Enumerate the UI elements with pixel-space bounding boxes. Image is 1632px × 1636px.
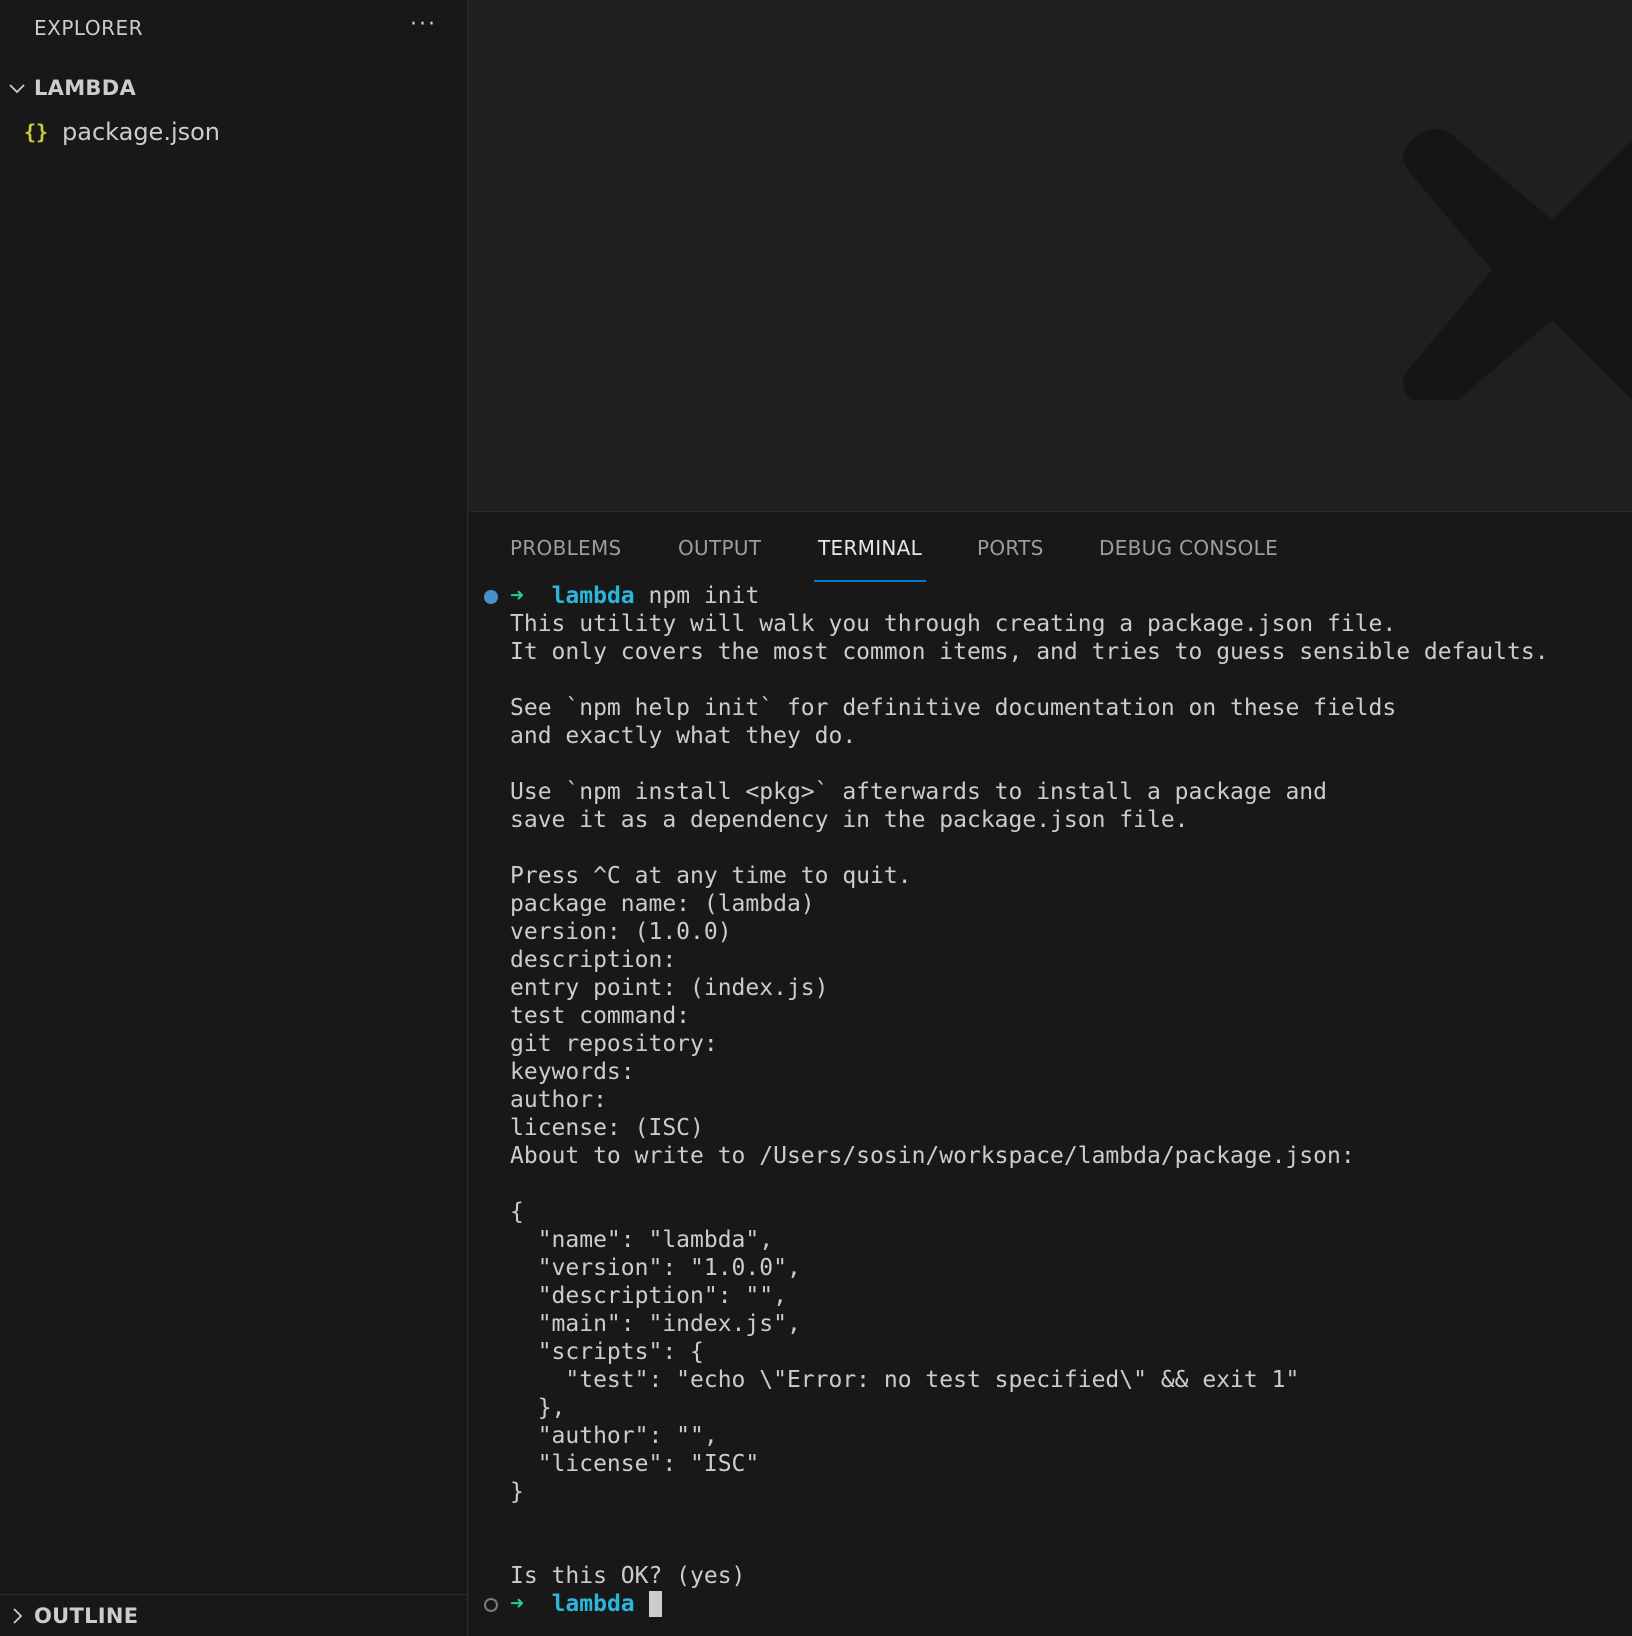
terminal-line: See `npm help init` for definitive docum… bbox=[510, 695, 1397, 721]
folder-label: LAMBDA bbox=[34, 76, 137, 100]
terminal-output[interactable]: ➜ lambda npm init This utility will walk… bbox=[469, 582, 1632, 1618]
json-braces-icon: {} bbox=[24, 120, 49, 144]
file-item-package-json[interactable]: {} package.json bbox=[24, 114, 220, 150]
terminal-line: { bbox=[510, 1199, 524, 1225]
prompt-arrow-icon: ➜ bbox=[510, 583, 524, 609]
terminal-line: license: (ISC) bbox=[510, 1115, 704, 1141]
terminal-line: entry point: (index.js) bbox=[510, 975, 829, 1001]
terminal-prompt-line: ➜ lambda bbox=[469, 1590, 1632, 1618]
prompt-directory: lambda bbox=[551, 583, 635, 609]
terminal-line: It only covers the most common items, an… bbox=[510, 639, 1549, 665]
terminal-line: git repository: bbox=[510, 1031, 718, 1057]
terminal-line: "name": "lambda", bbox=[510, 1227, 774, 1253]
more-actions-icon[interactable]: ··· bbox=[410, 12, 437, 37]
terminal-line: version: (1.0.0) bbox=[510, 919, 732, 945]
editor-area[interactable] bbox=[469, 0, 1632, 512]
explorer-sidebar: EXPLORER ··· LAMBDA {} package.json OUTL… bbox=[0, 0, 468, 1636]
file-label: package.json bbox=[62, 118, 221, 146]
chevron-right-icon bbox=[0, 1606, 34, 1626]
terminal-line: "author": "", bbox=[510, 1423, 718, 1449]
terminal-line: keywords: bbox=[510, 1059, 635, 1085]
tab-problems[interactable]: PROBLEMS bbox=[510, 512, 622, 570]
command-success-dot-icon[interactable] bbox=[484, 590, 498, 604]
terminal-line: Press ^C at any time to quit. bbox=[510, 863, 912, 889]
tab-debug-console[interactable]: DEBUG CONSOLE bbox=[1099, 512, 1278, 570]
tab-ports[interactable]: PORTS bbox=[977, 512, 1044, 570]
outline-label: OUTLINE bbox=[34, 1603, 139, 1628]
terminal-line: About to write to /Users/sosin/workspace… bbox=[510, 1143, 1355, 1169]
terminal-cursor bbox=[648, 1591, 662, 1617]
prompt-command: npm init bbox=[648, 583, 760, 609]
bottom-panel: PROBLEMS OUTPUT TERMINAL PORTS DEBUG CON… bbox=[469, 512, 1632, 1636]
terminal-line: "license": "ISC" bbox=[510, 1451, 760, 1477]
terminal-line: "description": "", bbox=[510, 1283, 787, 1309]
prompt-directory: lambda bbox=[551, 1591, 635, 1617]
terminal-line: This utility will walk you through creat… bbox=[510, 611, 1397, 637]
terminal-line: "test": "echo \"Error: no test specified… bbox=[510, 1367, 1300, 1393]
terminal-line: Use `npm install <pkg>` afterwards to in… bbox=[510, 779, 1327, 805]
tab-output[interactable]: OUTPUT bbox=[678, 512, 761, 570]
terminal-line: }, bbox=[510, 1395, 566, 1421]
command-pending-circle-icon[interactable] bbox=[484, 1598, 498, 1612]
terminal-prompt-line: ➜ lambda npm init bbox=[469, 582, 1632, 610]
terminal-line: author: bbox=[510, 1087, 607, 1113]
terminal-line: test command: bbox=[510, 1003, 691, 1029]
terminal-line: } bbox=[510, 1479, 524, 1505]
terminal-line: "main": "index.js", bbox=[510, 1311, 801, 1337]
terminal-line: "scripts": { bbox=[510, 1339, 704, 1365]
explorer-title: EXPLORER bbox=[34, 16, 143, 40]
terminal-line: and exactly what they do. bbox=[510, 723, 857, 749]
terminal-line: save it as a dependency in the package.j… bbox=[510, 807, 1189, 833]
folder-lambda[interactable]: LAMBDA bbox=[0, 70, 467, 106]
outline-section[interactable]: OUTLINE bbox=[0, 1594, 467, 1636]
terminal-line: Is this OK? (yes) bbox=[510, 1563, 746, 1589]
panel-tabs: PROBLEMS OUTPUT TERMINAL PORTS DEBUG CON… bbox=[469, 512, 1632, 582]
vscode-logo-watermark-icon bbox=[1403, 128, 1632, 400]
terminal-line: description: bbox=[510, 947, 677, 973]
tab-terminal[interactable]: TERMINAL bbox=[813, 512, 927, 582]
terminal-line: "version": "1.0.0", bbox=[510, 1255, 801, 1281]
chevron-down-icon bbox=[0, 78, 34, 98]
terminal-line: package name: (lambda) bbox=[510, 891, 815, 917]
terminal-lines: This utility will walk you through creat… bbox=[469, 610, 1632, 1590]
prompt-arrow-icon: ➜ bbox=[510, 1591, 524, 1617]
